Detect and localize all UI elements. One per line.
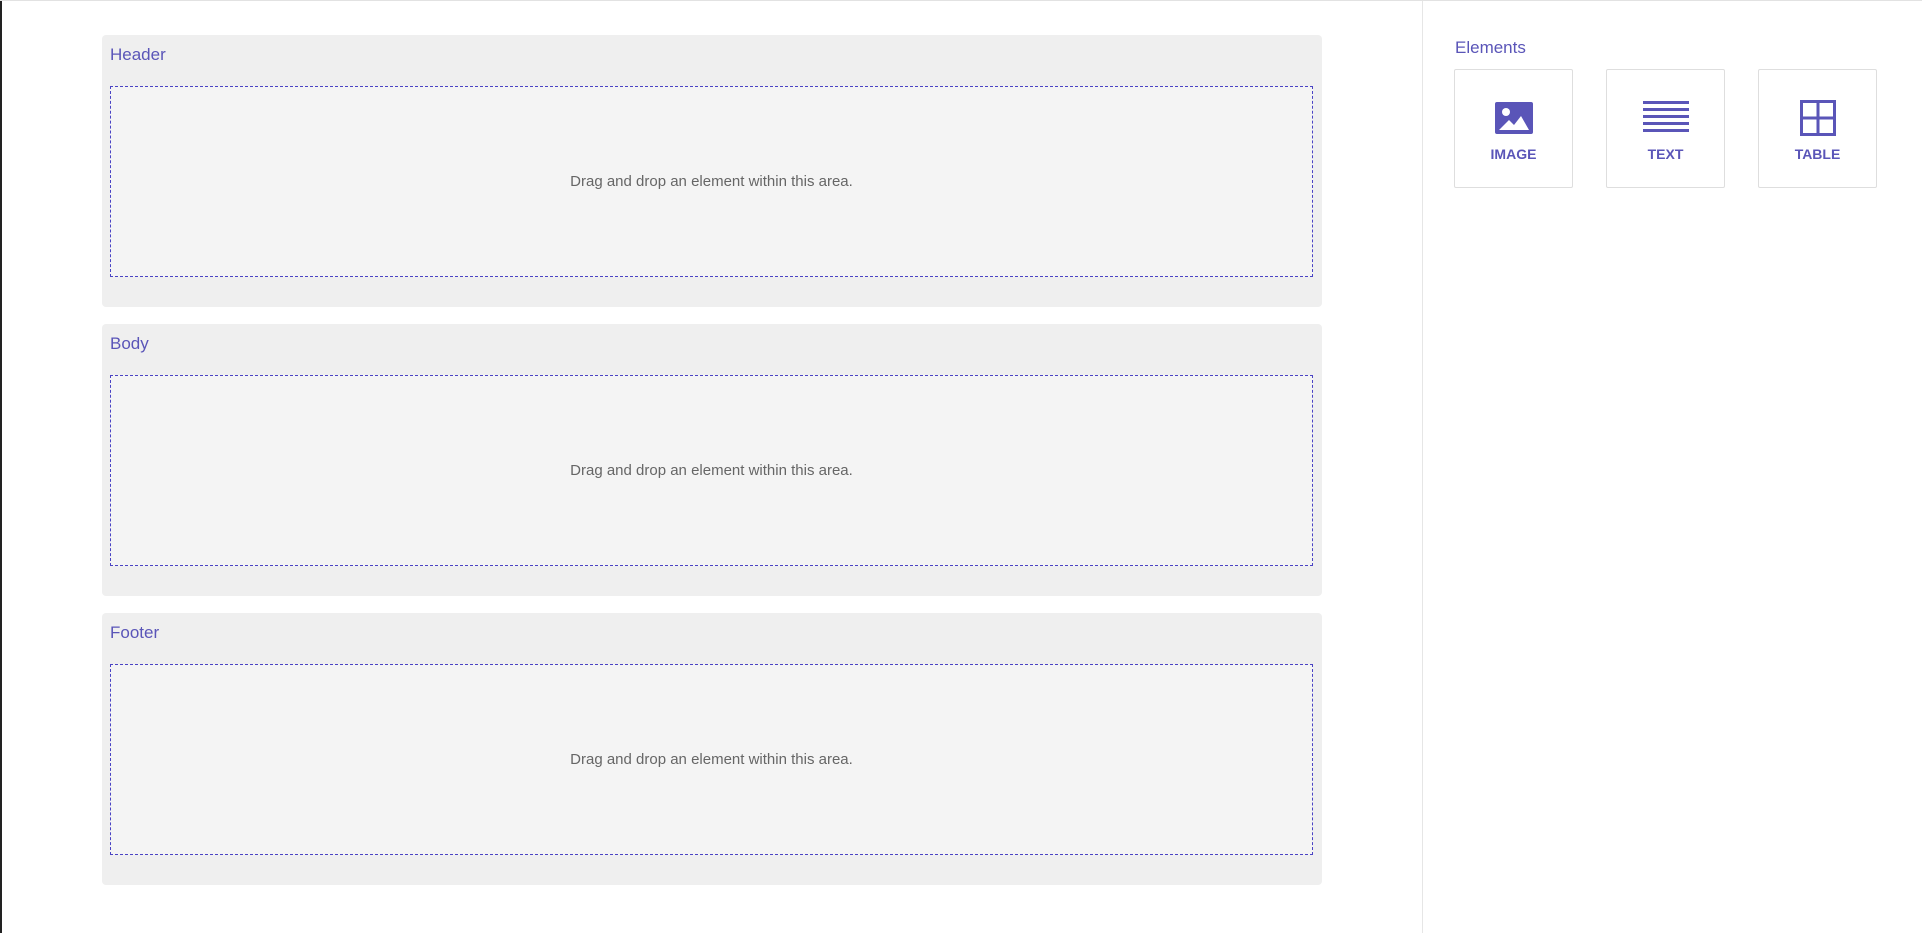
body-dropzone[interactable]: Drag and drop an element within this are…	[110, 375, 1313, 566]
header-dropzone[interactable]: Drag and drop an element within this are…	[110, 86, 1313, 277]
layout-canvas: Header Drag and drop an element within t…	[102, 35, 1322, 902]
element-label-table: TABLE	[1794, 146, 1841, 162]
section-title-header: Header	[110, 45, 166, 64]
window-edge	[0, 1, 2, 933]
element-label-image: IMAGE	[1490, 146, 1537, 162]
section-title-body: Body	[110, 334, 149, 353]
dropzone-hint: Drag and drop an element within this are…	[570, 751, 853, 768]
footer-section: Footer Drag and drop an element within t…	[102, 613, 1322, 885]
element-card-text[interactable]: TEXT	[1606, 69, 1725, 188]
element-card-image[interactable]: IMAGE	[1454, 69, 1573, 188]
element-label-text: TEXT	[1647, 146, 1684, 162]
footer-dropzone[interactable]: Drag and drop an element within this are…	[110, 664, 1313, 855]
header-section: Header Drag and drop an element within t…	[102, 35, 1322, 307]
elements-sidebar: Elements IMAGE TEXT TABLE	[1422, 1, 1922, 933]
element-card-table[interactable]: TABLE	[1758, 69, 1877, 188]
image-icon	[1494, 102, 1533, 134]
section-title-footer: Footer	[110, 623, 160, 642]
text-lines-icon	[1642, 101, 1689, 132]
page: Header Drag and drop an element within t…	[0, 0, 1922, 933]
body-section: Body Drag and drop an element within thi…	[102, 324, 1322, 596]
dropzone-hint: Drag and drop an element within this are…	[570, 173, 853, 190]
sidebar-title: Elements	[1455, 38, 1526, 57]
table-grid-icon	[1799, 100, 1836, 136]
dropzone-hint: Drag and drop an element within this are…	[570, 462, 853, 479]
